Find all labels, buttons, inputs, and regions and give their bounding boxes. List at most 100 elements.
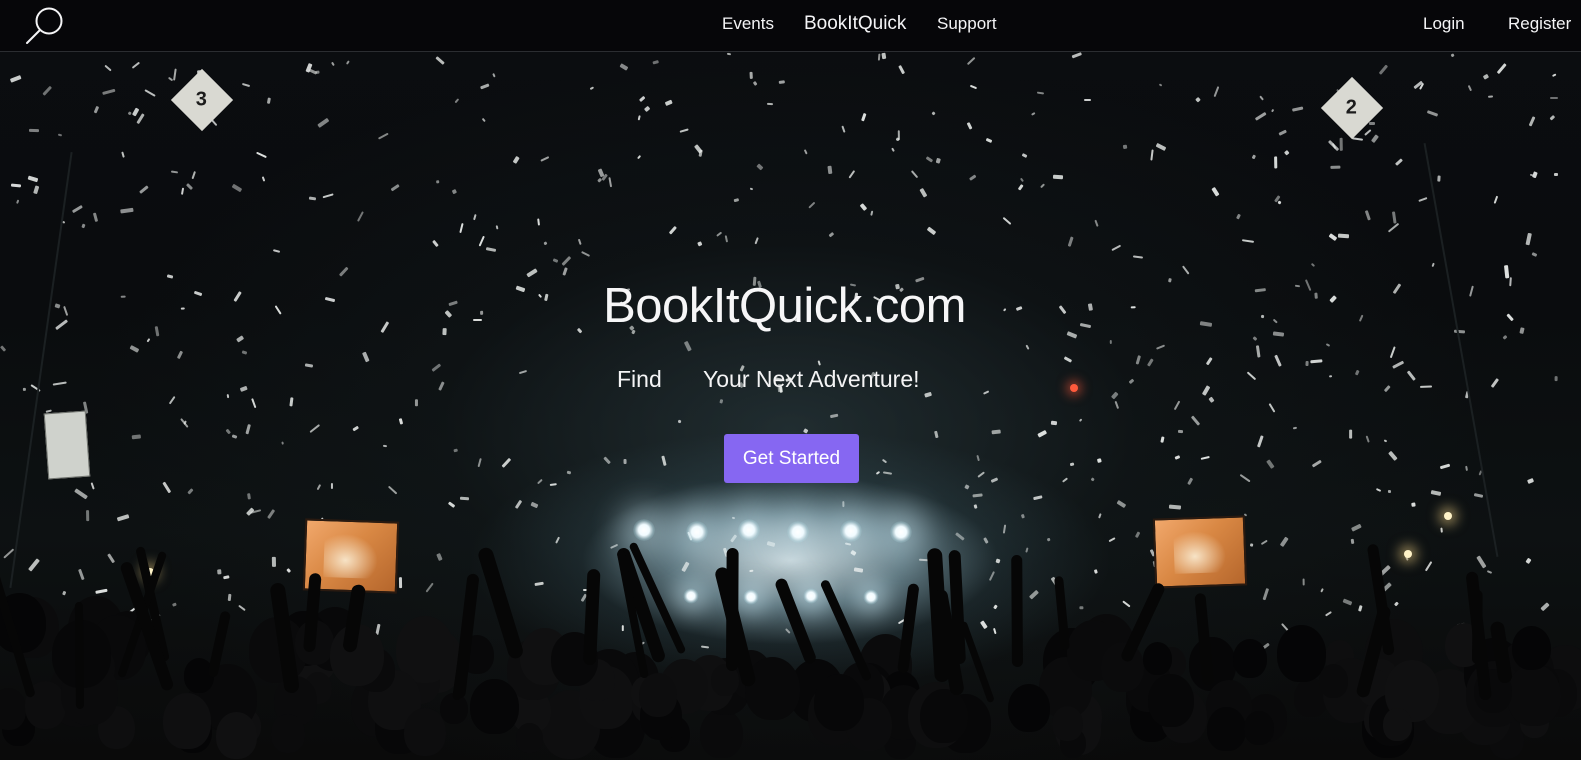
confetti-piece xyxy=(1494,195,1499,204)
confetti-piece xyxy=(803,149,809,156)
confetti-piece xyxy=(724,234,728,243)
top-navbar: Events BookItQuick Support Login Registe… xyxy=(0,0,1581,52)
confetti-piece xyxy=(925,392,933,399)
confetti-piece xyxy=(977,471,986,478)
confetti-piece xyxy=(767,540,776,547)
confetti-piece xyxy=(1502,335,1508,340)
confetti-piece xyxy=(973,505,978,510)
confetti-piece xyxy=(1283,149,1290,156)
confetti-piece xyxy=(1365,435,1371,444)
confetti-piece xyxy=(485,246,496,252)
confetti-piece xyxy=(652,59,659,64)
confetti-piece xyxy=(644,105,651,112)
confetti-piece xyxy=(684,341,692,352)
get-started-button[interactable]: Get Started xyxy=(724,434,859,483)
confetti-piece xyxy=(1068,236,1074,247)
crowd-head xyxy=(404,708,447,757)
confetti-piece xyxy=(146,337,151,343)
stage-light xyxy=(787,521,809,543)
confetti-piece xyxy=(991,429,1001,435)
confetti-piece xyxy=(1250,543,1254,548)
crowd-head xyxy=(470,678,519,734)
confetti-piece xyxy=(211,119,218,127)
confetti-piece xyxy=(963,484,970,490)
confetti-piece xyxy=(1187,477,1194,485)
nav-link-register[interactable]: Register xyxy=(1508,14,1571,34)
confetti-piece xyxy=(1554,375,1558,381)
confetti-piece xyxy=(732,517,736,520)
confetti-piece xyxy=(256,151,268,159)
crowd-head xyxy=(1506,663,1561,726)
confetti-piece xyxy=(1387,223,1399,234)
nav-link-login[interactable]: Login xyxy=(1423,14,1465,34)
confetti-piece xyxy=(93,212,99,223)
confetti-piece xyxy=(828,231,834,238)
confetti-piece xyxy=(639,96,646,103)
confetti-piece xyxy=(1351,524,1363,533)
confetti-piece xyxy=(1003,523,1007,534)
confetti-piece xyxy=(1312,460,1322,468)
confetti-piece xyxy=(477,457,482,468)
confetti-piece xyxy=(1376,488,1382,493)
confetti-piece xyxy=(1368,121,1375,126)
crowd-head xyxy=(700,708,744,759)
confetti-piece xyxy=(550,483,558,487)
confetti-piece xyxy=(1071,52,1082,59)
confetti-piece xyxy=(1116,500,1127,508)
crowd-head xyxy=(1051,705,1083,742)
confetti-piece xyxy=(1259,95,1265,101)
confetti-piece xyxy=(1349,429,1353,440)
confetti-piece xyxy=(1387,489,1391,494)
confetti-piece xyxy=(127,111,132,116)
confetti-piece xyxy=(1306,360,1310,366)
confetti-piece xyxy=(1128,378,1134,385)
confetti-piece xyxy=(266,97,271,104)
confetti-piece xyxy=(1037,429,1047,438)
confetti-piece xyxy=(482,118,486,122)
crowd-head xyxy=(814,673,865,732)
confetti-piece xyxy=(1419,385,1433,389)
confetti-piece xyxy=(841,500,845,508)
page: 3 2 Events BookItQuick Support Login Reg… xyxy=(0,0,1581,760)
confetti-piece xyxy=(966,122,973,130)
confetti-piece xyxy=(136,112,145,124)
confetti-piece xyxy=(1437,175,1442,182)
confetti-piece xyxy=(969,84,977,90)
confetti-piece xyxy=(845,542,852,546)
confetti-piece xyxy=(1388,450,1399,461)
confetti-piece xyxy=(1273,354,1282,367)
confetti-piece xyxy=(875,471,880,475)
confetti-piece xyxy=(431,240,439,248)
confetti-piece xyxy=(1271,108,1275,113)
confetti-piece xyxy=(891,147,895,153)
crowd-head xyxy=(516,722,543,753)
confetti-piece xyxy=(143,88,156,97)
confetti-piece xyxy=(754,236,759,245)
crowd-head xyxy=(638,672,677,717)
search-icon[interactable] xyxy=(24,6,66,46)
confetti-piece xyxy=(1156,343,1166,350)
confetti-piece xyxy=(477,235,485,248)
confetti-piece xyxy=(447,501,455,508)
confetti-piece xyxy=(1173,400,1181,411)
confetti-piece xyxy=(990,477,999,483)
confetti-piece xyxy=(1052,174,1064,180)
confetti-piece xyxy=(1383,385,1391,393)
confetti-piece xyxy=(778,80,785,84)
confetti-piece xyxy=(1279,129,1288,136)
confetti-piece xyxy=(859,203,868,211)
confetti-piece xyxy=(1025,344,1030,350)
confetti-piece xyxy=(226,428,232,435)
nav-brand-link[interactable]: BookItQuick xyxy=(804,13,906,35)
nav-link-support[interactable]: Support xyxy=(937,14,997,34)
confetti-piece xyxy=(861,113,867,122)
confetti-piece xyxy=(750,187,754,191)
confetti-piece xyxy=(1363,129,1372,137)
confetti-piece xyxy=(472,213,477,221)
nav-link-events[interactable]: Events xyxy=(722,14,774,34)
confetti-piece xyxy=(480,83,490,90)
confetti-piece xyxy=(170,170,179,174)
confetti-piece xyxy=(272,249,281,254)
confetti-piece xyxy=(597,178,602,183)
confetti-piece xyxy=(936,158,941,164)
